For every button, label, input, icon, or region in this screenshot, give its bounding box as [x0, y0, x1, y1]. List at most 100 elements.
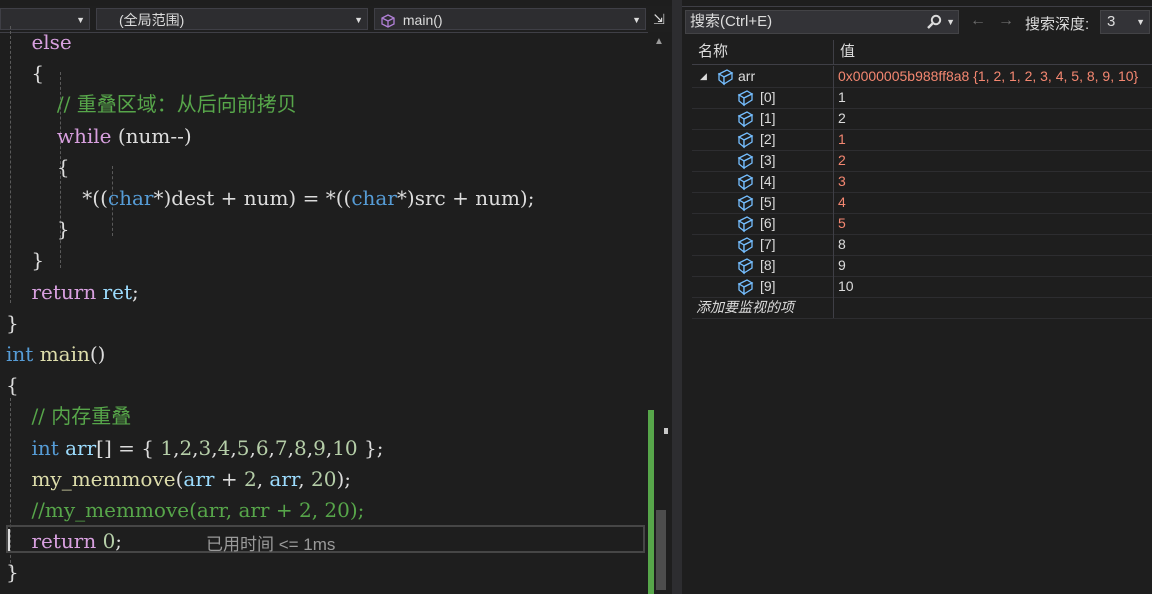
- add-watch-label[interactable]: 添加要监视的项: [696, 297, 794, 318]
- code-token: main: [39, 342, 90, 366]
- watch-search-input[interactable]: 搜索(Ctrl+E) ▼: [685, 10, 959, 34]
- watch-row[interactable]: [6] 5: [692, 213, 1152, 235]
- code-token: int: [31, 435, 59, 460]
- watch-value: 9: [838, 257, 846, 273]
- code-line[interactable]: }: [6, 308, 19, 339]
- code-token: arr: [183, 466, 215, 491]
- watch-name: [9]: [760, 278, 776, 294]
- code-token: }: [6, 248, 45, 273]
- perf-tip[interactable]: 已用时间 <= 1ms: [206, 530, 335, 555]
- header-divider: [692, 64, 1152, 65]
- watch-name: [7]: [760, 236, 776, 252]
- search-icon[interactable]: [926, 14, 942, 30]
- name-cell: [9]: [692, 276, 834, 297]
- watch-row[interactable]: [5] 4: [692, 192, 1152, 214]
- code-token: // 重叠区域：从后向前拷贝: [56, 92, 297, 117]
- variable-icon: [737, 195, 754, 212]
- code-line[interactable]: {: [6, 58, 44, 89]
- chevron-down-icon[interactable]: ▼: [946, 11, 955, 33]
- collapse-triangle-icon[interactable]: ◢: [700, 66, 707, 87]
- pane-splitter[interactable]: [672, 0, 682, 594]
- back-arrow-icon[interactable]: ←: [970, 12, 986, 30]
- watch-row[interactable]: [7] 8: [692, 234, 1152, 256]
- column-header-name[interactable]: 名称: [692, 40, 834, 64]
- split-window-icon[interactable]: ⇲: [650, 8, 668, 30]
- watch-row[interactable]: [3] 2: [692, 150, 1152, 172]
- code-token: arr: [65, 435, 97, 460]
- code-line[interactable]: //my_memmove(arr, arr + 2, 20);: [6, 495, 364, 526]
- code-token: while: [56, 123, 112, 148]
- code-line[interactable]: {: [6, 152, 70, 183]
- code-line[interactable]: // 重叠区域：从后向前拷贝: [6, 89, 297, 120]
- name-cell: [6]: [692, 213, 834, 234]
- watch-row[interactable]: [8] 9: [692, 255, 1152, 277]
- code-token: 9: [313, 435, 326, 460]
- watch-title-strip: [682, 0, 1152, 7]
- forward-arrow-icon[interactable]: →: [998, 12, 1014, 30]
- watch-row[interactable]: [9] 10: [692, 276, 1152, 298]
- variable-icon: [737, 90, 754, 107]
- code-token: char: [351, 186, 397, 210]
- watch-value: 1: [838, 89, 846, 105]
- code-area[interactable]: else { // 重叠区域：从后向前拷贝 while (num--) { *(…: [0, 26, 646, 594]
- code-editor[interactable]: ▼ (全局范围) ▼ main() ▼ ⇲ else { // 重叠区域：从后向…: [0, 0, 672, 594]
- watch-name: [8]: [760, 257, 776, 273]
- name-cell: [2]: [692, 129, 834, 150]
- watch-value: 2: [838, 152, 846, 168]
- name-cell: [8]: [692, 255, 834, 276]
- code-token: };: [357, 435, 384, 460]
- name-cell: [4]: [692, 171, 834, 192]
- code-line[interactable]: my_memmove(arr + 2, arr, 20);: [6, 464, 351, 495]
- code-token: ,: [256, 466, 270, 491]
- code-token: 7: [274, 435, 288, 460]
- watch-row[interactable]: [2] 1: [692, 129, 1152, 151]
- name-cell: ◢ arr: [692, 66, 834, 87]
- name-cell: 添加要监视的项: [692, 297, 834, 318]
- variable-icon: [737, 258, 754, 275]
- code-token: {: [6, 373, 19, 398]
- watch-window: 搜索(Ctrl+E) ▼ ← → 搜索深度: 3 ▼ 名称 值 ◢ arr 0x…: [682, 0, 1152, 594]
- code-token: 4: [217, 435, 231, 460]
- code-line[interactable]: else: [6, 27, 72, 58]
- watch-name: [0]: [760, 89, 776, 105]
- code-line[interactable]: int arr[] = { 1,2,3,4,5,6,7,8,9,10 };: [6, 433, 383, 464]
- search-depth-value: 3: [1107, 13, 1116, 30]
- search-depth-dropdown[interactable]: 3 ▼: [1100, 10, 1150, 34]
- watch-name: arr: [738, 68, 756, 84]
- name-cell: [3]: [692, 150, 834, 171]
- code-line[interactable]: }: [6, 245, 44, 276]
- code-line[interactable]: *((char*)dest + num) = *((char*)src + nu…: [6, 183, 534, 214]
- change-tracking-bar: [648, 410, 654, 594]
- code-token: }: [6, 310, 19, 335]
- watch-row[interactable]: [0] 1: [692, 87, 1152, 109]
- code-line[interactable]: }: [6, 214, 70, 245]
- watch-toolbar: 搜索(Ctrl+E) ▼ ← → 搜索深度: 3 ▼: [682, 8, 1152, 38]
- code-line[interactable]: return ret;: [6, 277, 138, 308]
- watch-row[interactable]: [4] 3: [692, 171, 1152, 193]
- code-line[interactable]: int main(): [6, 339, 105, 370]
- code-line[interactable]: while (num--): [6, 121, 192, 152]
- name-cell: [1]: [692, 108, 834, 129]
- name-cell: [7]: [692, 234, 834, 255]
- watch-name: [3]: [760, 152, 776, 168]
- code-token: else: [31, 30, 72, 54]
- code-line[interactable]: }: [6, 557, 19, 588]
- watch-row-root[interactable]: ◢ arr 0x0000005b988ff8a8 {1, 2, 1, 2, 3,…: [692, 66, 1152, 88]
- scroll-up-icon[interactable]: ▲: [654, 36, 664, 47]
- code-token: // 内存重叠: [31, 404, 132, 429]
- scrollbar-thumb[interactable]: [656, 510, 666, 590]
- code-line[interactable]: // 内存重叠: [6, 401, 131, 432]
- vertical-scrollbar[interactable]: ▲: [648, 32, 672, 594]
- code-line[interactable]: {: [6, 370, 19, 401]
- search-placeholder: 搜索(Ctrl+E): [690, 13, 773, 30]
- add-watch-row[interactable]: 添加要监视的项: [692, 297, 1152, 319]
- variable-icon: [737, 216, 754, 233]
- watch-row[interactable]: [1] 2: [692, 108, 1152, 130]
- code-token: +: [214, 466, 244, 491]
- column-header-value[interactable]: 值: [834, 40, 1152, 64]
